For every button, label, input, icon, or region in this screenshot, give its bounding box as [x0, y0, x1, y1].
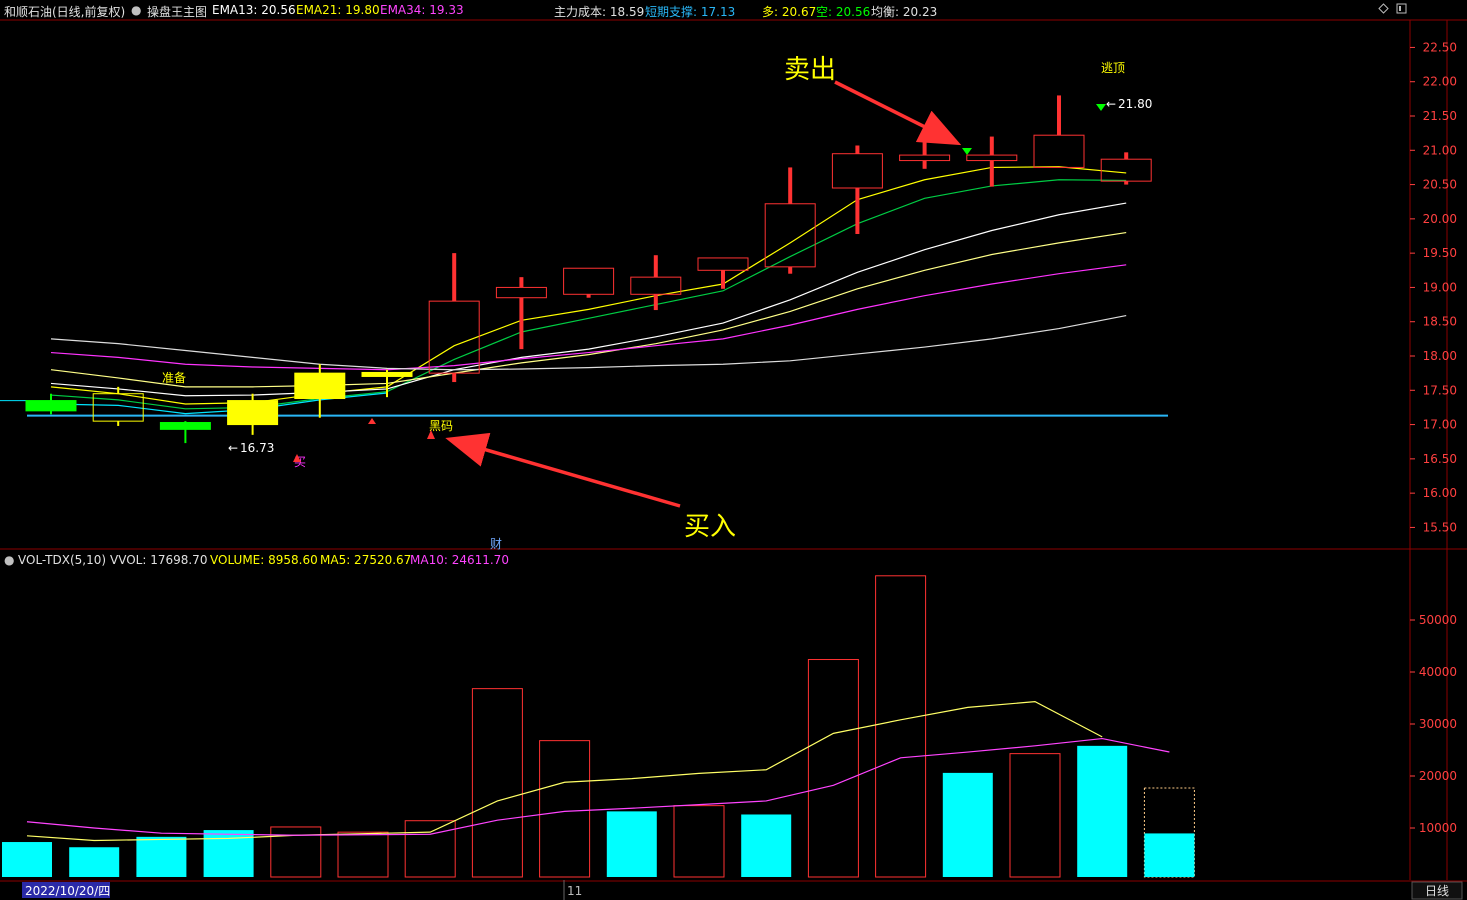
- volume-bar: [471, 688, 523, 878]
- volume-bar: [136, 836, 187, 877]
- volume-bar: [337, 831, 389, 878]
- indicator-name[interactable]: 操盘王主图: [147, 3, 207, 20]
- bull-value: 多: 20.67: [762, 5, 817, 19]
- ma-line-ema13: [50, 166, 1127, 405]
- panel-toggle-icon[interactable]: [1396, 3, 1407, 14]
- volume-bar: [807, 659, 859, 878]
- price-axis-label: 19.50: [1423, 246, 1457, 260]
- candle-body: [361, 371, 413, 377]
- high-price-label: 21.80: [1118, 97, 1152, 111]
- candle-body: [899, 154, 951, 162]
- price-axis-label: 18.50: [1423, 315, 1457, 329]
- price-axis-label: 17.00: [1423, 418, 1457, 432]
- price-axis-label: 21.00: [1423, 143, 1457, 157]
- price-axis-label: 20.00: [1423, 212, 1457, 226]
- buy-callout-arrow: [445, 432, 681, 508]
- volume-axis-label: 20000: [1419, 769, 1457, 783]
- ema13-value: EMA13: 20.56: [212, 3, 296, 17]
- candle-body: [294, 372, 346, 400]
- volume-bar: [1077, 745, 1128, 877]
- volume-bar: [69, 847, 120, 877]
- price-axis-label: 20.50: [1423, 178, 1457, 192]
- volume-bar: [1144, 833, 1195, 877]
- ema21-value: EMA21: 19.80: [296, 3, 380, 17]
- price-axis-label: 22.00: [1423, 75, 1457, 89]
- period-button-label: 日线: [1425, 884, 1449, 898]
- kline-chart: 15.50 16.00 16.50 17.00 17.50 18.00 18.50 19.00…: [0, 19, 1467, 900]
- chart-window: 15.50 16.00 16.50 17.00 17.50 18.00 18.50 19.00…: [0, 0, 1467, 900]
- volume-axis-label: 50000: [1419, 613, 1457, 627]
- sell-callout-arrow: [834, 80, 962, 146]
- sell-callout-label: 卖出: [784, 55, 836, 85]
- volume-bar: [606, 811, 657, 877]
- volume-bar: [2, 842, 52, 877]
- stock-title[interactable]: 和顺石油(日线,前复权): [4, 3, 125, 20]
- candle-body: [831, 153, 883, 189]
- buy-callout-label: 买入: [684, 512, 736, 542]
- price-axis-label: 18.00: [1423, 349, 1457, 363]
- candle-body: [563, 267, 615, 295]
- high-pointer-glyph: ←: [1106, 97, 1116, 111]
- finance-marker: 财: [490, 537, 502, 551]
- low-price-label: 16.73: [240, 441, 274, 455]
- sell-arrow-icon: [962, 148, 972, 155]
- volume-header: ● VOL-TDX(5,10) VVOL: 17698.70 VOLUME: 8…: [0, 550, 1467, 570]
- candle-body: [25, 400, 77, 412]
- escape-top-label: 逃顶: [1101, 61, 1125, 75]
- volume-bar: [875, 575, 927, 878]
- price-axis-label: 17.50: [1423, 383, 1457, 397]
- candle-body: [428, 300, 480, 374]
- volume-value: VOLUME: 8958.60: [210, 553, 318, 567]
- volume-bar: [741, 814, 792, 877]
- diamond-icon[interactable]: [1378, 3, 1389, 14]
- ma10-value: MA10: 24611.70: [410, 553, 509, 567]
- ma-line-ema34: [50, 264, 1127, 371]
- volume-bar: [673, 805, 725, 878]
- escape-arrow-icon: [1096, 104, 1106, 111]
- ema34-value: EMA34: 19.33: [380, 3, 464, 17]
- footer-month-mark: 11: [567, 884, 582, 898]
- price-axis-label: 22.50: [1423, 40, 1457, 54]
- price-axis-label: 16.00: [1423, 486, 1457, 500]
- price-axis-label: 16.50: [1423, 452, 1457, 466]
- candle-body: [630, 276, 682, 295]
- price-axis-label: 19.00: [1423, 280, 1457, 294]
- candle-body: [495, 286, 547, 299]
- footer-date: 2022/10/20/四: [25, 884, 110, 898]
- candle-body: [764, 203, 816, 268]
- volume-axis-label: 30000: [1419, 717, 1457, 731]
- low-pointer-glyph: ←: [228, 441, 238, 455]
- indicator-switch-icon[interactable]: ●: [131, 3, 141, 17]
- volume-bar: [404, 820, 456, 878]
- ma5-value: MA5: 27520.67: [320, 553, 412, 567]
- volume-bar: [539, 740, 591, 878]
- ma-line-white1: [50, 202, 1127, 397]
- candle-body: [1033, 134, 1085, 168]
- price-axis-label: 21.50: [1423, 109, 1457, 123]
- bear-value: 空: 20.56: [816, 5, 871, 19]
- main-cost-value: 主力成本: 18.59: [554, 5, 645, 19]
- volume-ma5-line: [26, 701, 1103, 842]
- volume-axis-label: 40000: [1419, 665, 1457, 679]
- volume-bar: [942, 772, 993, 877]
- candle-body: [697, 257, 749, 271]
- candle-body: [227, 400, 279, 426]
- candle-body: [1100, 158, 1152, 182]
- vol-settings-icon[interactable]: ●: [4, 553, 14, 567]
- price-header: 和顺石油(日线,前复权) ● 操盘王主图 EMA13: 20.56 EMA21:…: [0, 0, 1467, 20]
- volume-ma10-line: [26, 737, 1170, 836]
- prepare-signal-label: 准备: [162, 371, 186, 385]
- vol-indicator-name[interactable]: VOL-TDX(5,10): [18, 553, 106, 567]
- balance-value: 均衡: 20.23: [871, 5, 938, 19]
- candle-body: [159, 422, 211, 430]
- price-axis-label: 15.50: [1423, 520, 1457, 534]
- short-support-value: 短期支撑: 17.13: [645, 5, 736, 19]
- candle-body: [966, 154, 1018, 162]
- vvol-value: VVOL: 17698.70: [110, 553, 208, 567]
- volume-bar: [1009, 753, 1061, 878]
- ma-line-long: [50, 314, 1127, 371]
- volume-axis-label: 10000: [1419, 821, 1457, 835]
- small-up-arrow-icon: [368, 418, 376, 424]
- dark-horse-label: 黑码: [429, 419, 453, 433]
